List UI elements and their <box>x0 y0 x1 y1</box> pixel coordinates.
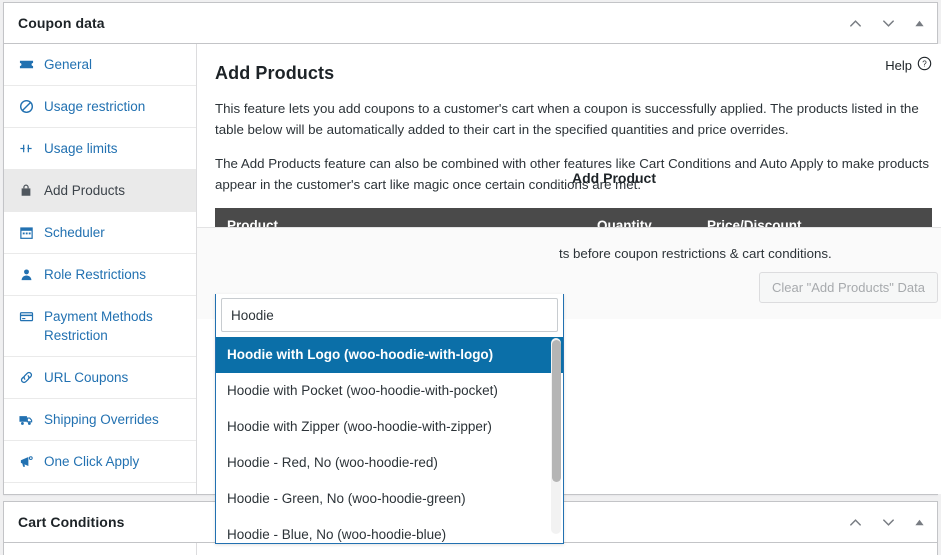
cart-conditions-controls <box>848 515 925 530</box>
cart-conditions-sidebar <box>4 543 197 555</box>
product-search-input[interactable] <box>221 298 558 332</box>
link-icon <box>18 368 34 387</box>
sidebar-item-label: Scheduler <box>44 225 105 240</box>
sidebar-item-label: General <box>44 57 93 72</box>
sidebar-item-label: One Click Apply <box>44 454 140 469</box>
panel-header: Coupon data <box>4 3 937 44</box>
sidebar-item-role-restrictions[interactable]: Role Restrictions <box>4 254 196 296</box>
move-up-icon[interactable] <box>848 515 863 530</box>
toggle-panel-icon[interactable] <box>914 517 925 528</box>
dropdown-option-hoodie-red[interactable]: Hoodie - Red, No (woo-hoodie-red) <box>216 445 563 481</box>
page-title: Coupon data <box>18 15 105 31</box>
dropdown-option-hoodie-with-zipper[interactable]: Hoodie with Zipper (woo-hoodie-with-zipp… <box>216 409 563 445</box>
move-up-icon[interactable] <box>848 16 863 31</box>
sidebar-item-label: Payment Methods Restriction <box>44 309 153 343</box>
panel-header-controls <box>848 16 925 31</box>
cart-conditions-body <box>4 543 937 555</box>
dropdown-search-wrapper <box>216 294 563 337</box>
sidebar-item-add-products[interactable]: Add Products <box>4 170 196 212</box>
intro-paragraph-1: This feature lets you add coupons to a c… <box>215 101 919 137</box>
help-circle-icon: ? <box>917 56 932 74</box>
dropdown-option-hoodie-blue[interactable]: Hoodie - Blue, No (woo-hoodie-blue) <box>216 517 563 543</box>
calendar-icon <box>18 223 34 242</box>
dropdown-option-hoodie-green[interactable]: Hoodie - Green, No (woo-hoodie-green) <box>216 481 563 517</box>
card-icon <box>18 307 34 326</box>
limits-icon <box>18 139 34 158</box>
sidebar-item-one-click-apply[interactable]: One Click Apply <box>4 441 196 483</box>
add-product-heading: Add Product <box>572 170 656 186</box>
clear-add-products-data-button[interactable]: Clear "Add Products" Data <box>758 272 938 303</box>
truck-icon <box>18 410 34 429</box>
move-down-icon[interactable] <box>881 515 896 530</box>
section-heading: Add Products <box>215 63 335 83</box>
footer-note: ts before coupon restrictions & cart con… <box>559 246 832 261</box>
coupon-data-sidebar: General Usage restriction Usage limits A… <box>4 44 197 494</box>
dropdown-options-list: Hoodie with Logo (woo-hoodie-with-logo) … <box>216 337 563 543</box>
dropdown-scrollbar-thumb[interactable] <box>552 340 561 482</box>
sidebar-item-label: Role Restrictions <box>44 267 147 282</box>
sidebar-item-general[interactable]: General <box>4 44 196 86</box>
svg-text:?: ? <box>922 60 927 69</box>
bag-icon <box>18 181 34 200</box>
ticket-icon <box>18 55 34 74</box>
sidebar-item-payment-methods-restriction[interactable]: Payment Methods Restriction <box>4 296 196 357</box>
dropdown-option-hoodie-with-logo[interactable]: Hoodie with Logo (woo-hoodie-with-logo) <box>216 337 563 373</box>
move-down-icon[interactable] <box>881 16 896 31</box>
sidebar-item-scheduler[interactable]: Scheduler <box>4 212 196 254</box>
product-search-dropdown: Hoodie with Logo (woo-hoodie-with-logo) … <box>215 294 564 544</box>
no-entry-icon <box>18 97 34 116</box>
sidebar-item-label: Usage restriction <box>44 99 146 114</box>
toggle-panel-icon[interactable] <box>914 18 925 29</box>
sidebar-item-label: Add Products <box>44 183 126 198</box>
coupon-data-screen: Coupon data General Usage restriction Us… <box>0 0 941 555</box>
sidebar-item-usage-restriction[interactable]: Usage restriction <box>4 86 196 128</box>
megaphone-icon <box>18 452 34 471</box>
sidebar-item-label: URL Coupons <box>44 370 129 385</box>
user-icon <box>18 265 34 284</box>
help-link[interactable]: Help ? <box>885 56 932 74</box>
sidebar-item-usage-limits[interactable]: Usage limits <box>4 128 196 170</box>
sidebar-item-label: Shipping Overrides <box>44 412 159 427</box>
sidebar-item-shipping-overrides[interactable]: Shipping Overrides <box>4 399 196 441</box>
cart-conditions-main <box>197 543 937 555</box>
help-label: Help <box>885 57 912 73</box>
sidebar-item-url-coupons[interactable]: URL Coupons <box>4 357 196 399</box>
sidebar-item-label: Usage limits <box>44 141 118 156</box>
dropdown-option-hoodie-with-pocket[interactable]: Hoodie with Pocket (woo-hoodie-with-pock… <box>216 373 563 409</box>
cart-conditions-title: Cart Conditions <box>18 514 125 530</box>
